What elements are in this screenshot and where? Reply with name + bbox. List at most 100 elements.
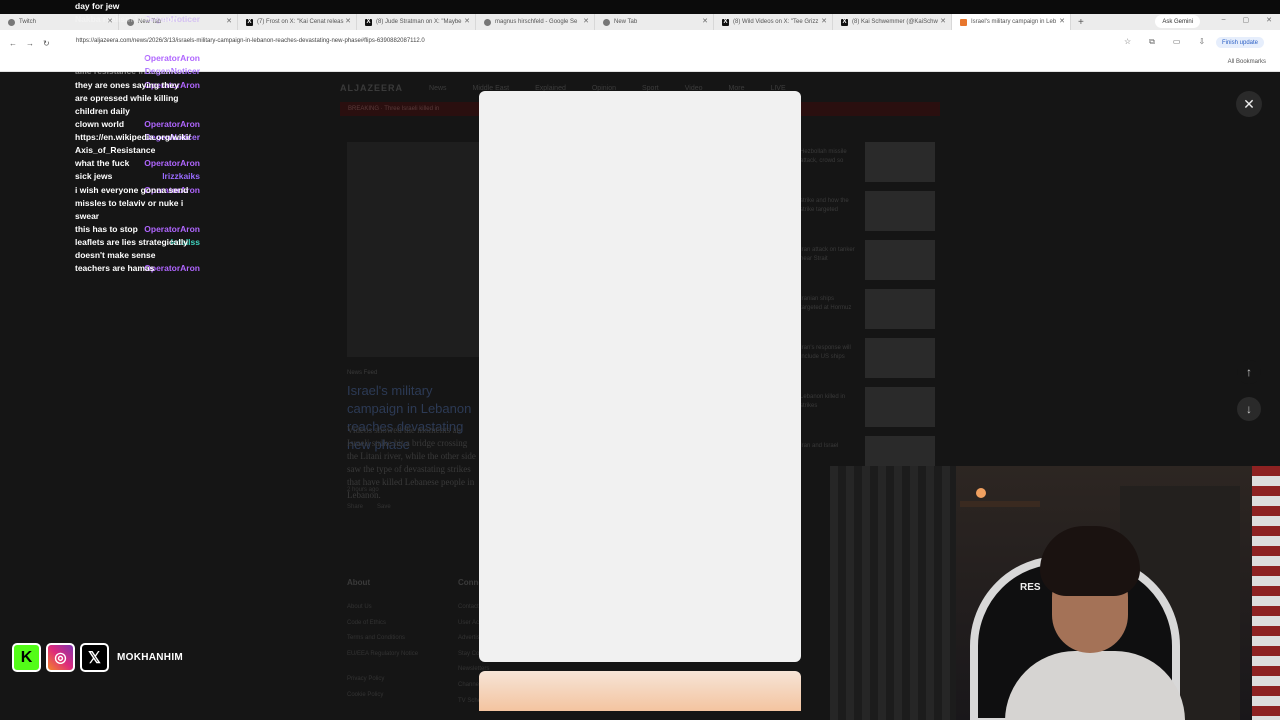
media-viewer-card[interactable] (479, 91, 801, 662)
close-tab-icon[interactable]: ✕ (583, 17, 589, 25)
new-tab-button[interactable]: + (1078, 17, 1084, 28)
scroll-up-icon[interactable]: ↑ (1237, 360, 1261, 384)
footer-about-heading: About (347, 578, 371, 587)
chat-message: lrizzkaiks sick jews (0, 170, 200, 183)
extensions-icon[interactable]: ⧉ (1149, 37, 1155, 47)
chat-text: sick jews (75, 171, 113, 181)
flag (1252, 466, 1280, 720)
screen: Twitch ✕ New Tab ✕ X (7) Frost on X: "Kai C… (0, 0, 1280, 720)
stream-chat-overlay: day for jew DegenNoticer Nakba realism in… (0, 0, 200, 280)
footer-link[interactable]: EU/EEA Regulatory Notice (347, 651, 418, 657)
close-tab-icon[interactable]: ✕ (226, 17, 232, 25)
chat-message: DegenNoticer Nakba realism in lebanon (0, 13, 200, 39)
social-handle: MOKHANHIM (117, 652, 184, 663)
close-tab-icon[interactable]: ✕ (1059, 17, 1065, 25)
list-item[interactable]: Hezbollah missile attack, crowd so (800, 138, 935, 186)
chat-text: i wish everyone gonna send missles to te… (75, 185, 189, 221)
list-item-thumbnail (865, 338, 935, 378)
footer-link[interactable]: Privacy Policy (347, 676, 384, 682)
tab[interactable]: X (8) Kai Schwemmer (@KaiSchw ✕ (833, 14, 952, 30)
x-logo-icon: X (722, 18, 729, 26)
footer-link[interactable]: Terms and Conditions (347, 635, 405, 641)
maximize-icon[interactable]: ▢ (1243, 16, 1250, 24)
list-item-thumbnail (865, 142, 935, 182)
list-item-title: Iranian ships targeted at Hormuz (800, 296, 852, 311)
social-handles: K ◎ 𝕏 MOKHANHIM (12, 643, 183, 672)
globe-icon (603, 18, 610, 26)
chat-message: OperatorAron this has to stop (0, 223, 200, 236)
streamer-hair (1040, 526, 1140, 596)
chat-message: lotallss leaflets are lies strategically … (0, 236, 200, 262)
download-icon[interactable]: ⇩ (1198, 37, 1205, 47)
x-logo-icon: X (841, 18, 848, 26)
save-button[interactable]: Save (377, 504, 391, 510)
list-item[interactable]: Lebanon killed in strikes (800, 383, 935, 431)
gemini-label: Ask Gemini (1162, 18, 1193, 25)
breaking-text: Three Israeli killed in (384, 106, 440, 112)
footer-link[interactable]: About Us (347, 604, 372, 610)
tab-title: New Tab (614, 19, 638, 25)
chat-text: leaflets are lies strategically doesn't … (75, 237, 188, 260)
close-tab-icon[interactable]: ✕ (464, 17, 470, 25)
lamp (976, 488, 986, 498)
list-item-title: Lebanon killed in strikes (800, 394, 846, 409)
list-item[interactable]: strike and how the strike targeted (800, 187, 935, 235)
tab[interactable]: New Tab ✕ (595, 14, 714, 30)
tab[interactable]: X (8) Jude Stratman on X: "Maybe ✕ (357, 14, 476, 30)
tab-title: (8) Wild Videos on X: "Tee Grizz (733, 19, 819, 25)
nav-item[interactable]: News (429, 85, 447, 92)
scroll-down-icon[interactable]: ↓ (1237, 397, 1261, 421)
close-icon[interactable]: ✕ (1236, 91, 1262, 117)
all-bookmarks-button[interactable]: All Bookmarks (1228, 59, 1266, 65)
list-item[interactable]: Iran attack on tanker near Strait (800, 236, 935, 284)
tab[interactable]: X (7) Frost on X: "Kai Cenat releas ✕ (238, 14, 357, 30)
ask-gemini-button[interactable]: Ask Gemini (1155, 15, 1200, 28)
article-category[interactable]: News Feed (347, 370, 377, 376)
list-item-title: strike and how the strike targeted (800, 198, 849, 213)
instagram-logo-icon: ◎ (46, 643, 75, 672)
chat-text: Nakba realism in lebanon (75, 14, 178, 24)
shelf (960, 501, 1040, 507)
acoustic-panel-wall (830, 466, 970, 720)
chat-message: day for jew (0, 0, 200, 13)
share-row: Share Save (347, 504, 391, 510)
chat-text: https://en.wikipedia.org/wiki/Axis_of_Re… (75, 132, 191, 155)
footer-link[interactable]: Cookie Policy (347, 692, 383, 698)
next-media-card[interactable] (479, 671, 801, 711)
bookmark-star-icon[interactable]: ☆ (1124, 37, 1131, 47)
list-item[interactable]: Iranian ships targeted at Hormuz (800, 285, 935, 333)
kick-logo-icon: K (12, 643, 41, 672)
cast-icon[interactable]: ▭ (1173, 37, 1181, 47)
list-item-thumbnail (865, 240, 935, 280)
tab-title: (8) Jude Stratman on X: "Maybe (376, 19, 462, 25)
chat-text: this has to stop (75, 224, 138, 234)
toolbar-icons: ☆ ⧉ ▭ ⇩ ● (1124, 37, 1228, 47)
site-logo[interactable]: ALJAZEERA (340, 83, 403, 93)
tab-title: (7) Frost on X: "Kai Cenat releas (257, 19, 344, 25)
tab-active[interactable]: Israel's military campaign in Leb ✕ (952, 14, 1071, 30)
chat-message: OperatorAron what the fuck (0, 157, 200, 170)
close-tab-icon[interactable]: ✕ (345, 17, 351, 25)
close-tab-icon[interactable]: ✕ (702, 17, 708, 25)
x-logo-icon: 𝕏 (80, 643, 109, 672)
tab-title: magnus hirschfeld - Google Se (495, 19, 578, 25)
list-item-title: Iran's response will include US ships (800, 345, 851, 360)
list-item-thumbnail (865, 191, 935, 231)
share-button[interactable]: Share (347, 504, 363, 510)
tab[interactable]: magnus hirschfeld - Google Se ✕ (476, 14, 595, 30)
aljazeera-icon (960, 18, 967, 26)
x-logo-icon: X (365, 18, 372, 26)
close-window-icon[interactable]: ✕ (1266, 16, 1272, 24)
chat-text: clown world (75, 119, 125, 129)
close-tab-icon[interactable]: ✕ (821, 17, 827, 25)
list-item[interactable]: Iran's response will include US ships (800, 334, 935, 382)
chat-text: teachers are hamas (75, 263, 155, 273)
finish-update-label: Finish update (1221, 39, 1258, 46)
article-timestamp: 2 hours ago (347, 487, 379, 493)
close-tab-icon[interactable]: ✕ (940, 17, 946, 25)
minimize-icon[interactable]: – (1222, 16, 1226, 24)
finish-update-button[interactable]: Finish update (1215, 37, 1264, 48)
chat-message: DegenNoticer allie resistance in Lebanon (0, 65, 200, 78)
tab[interactable]: X (8) Wild Videos on X: "Tee Grizz ✕ (714, 14, 833, 30)
footer-link[interactable]: Code of Ethics (347, 620, 386, 626)
